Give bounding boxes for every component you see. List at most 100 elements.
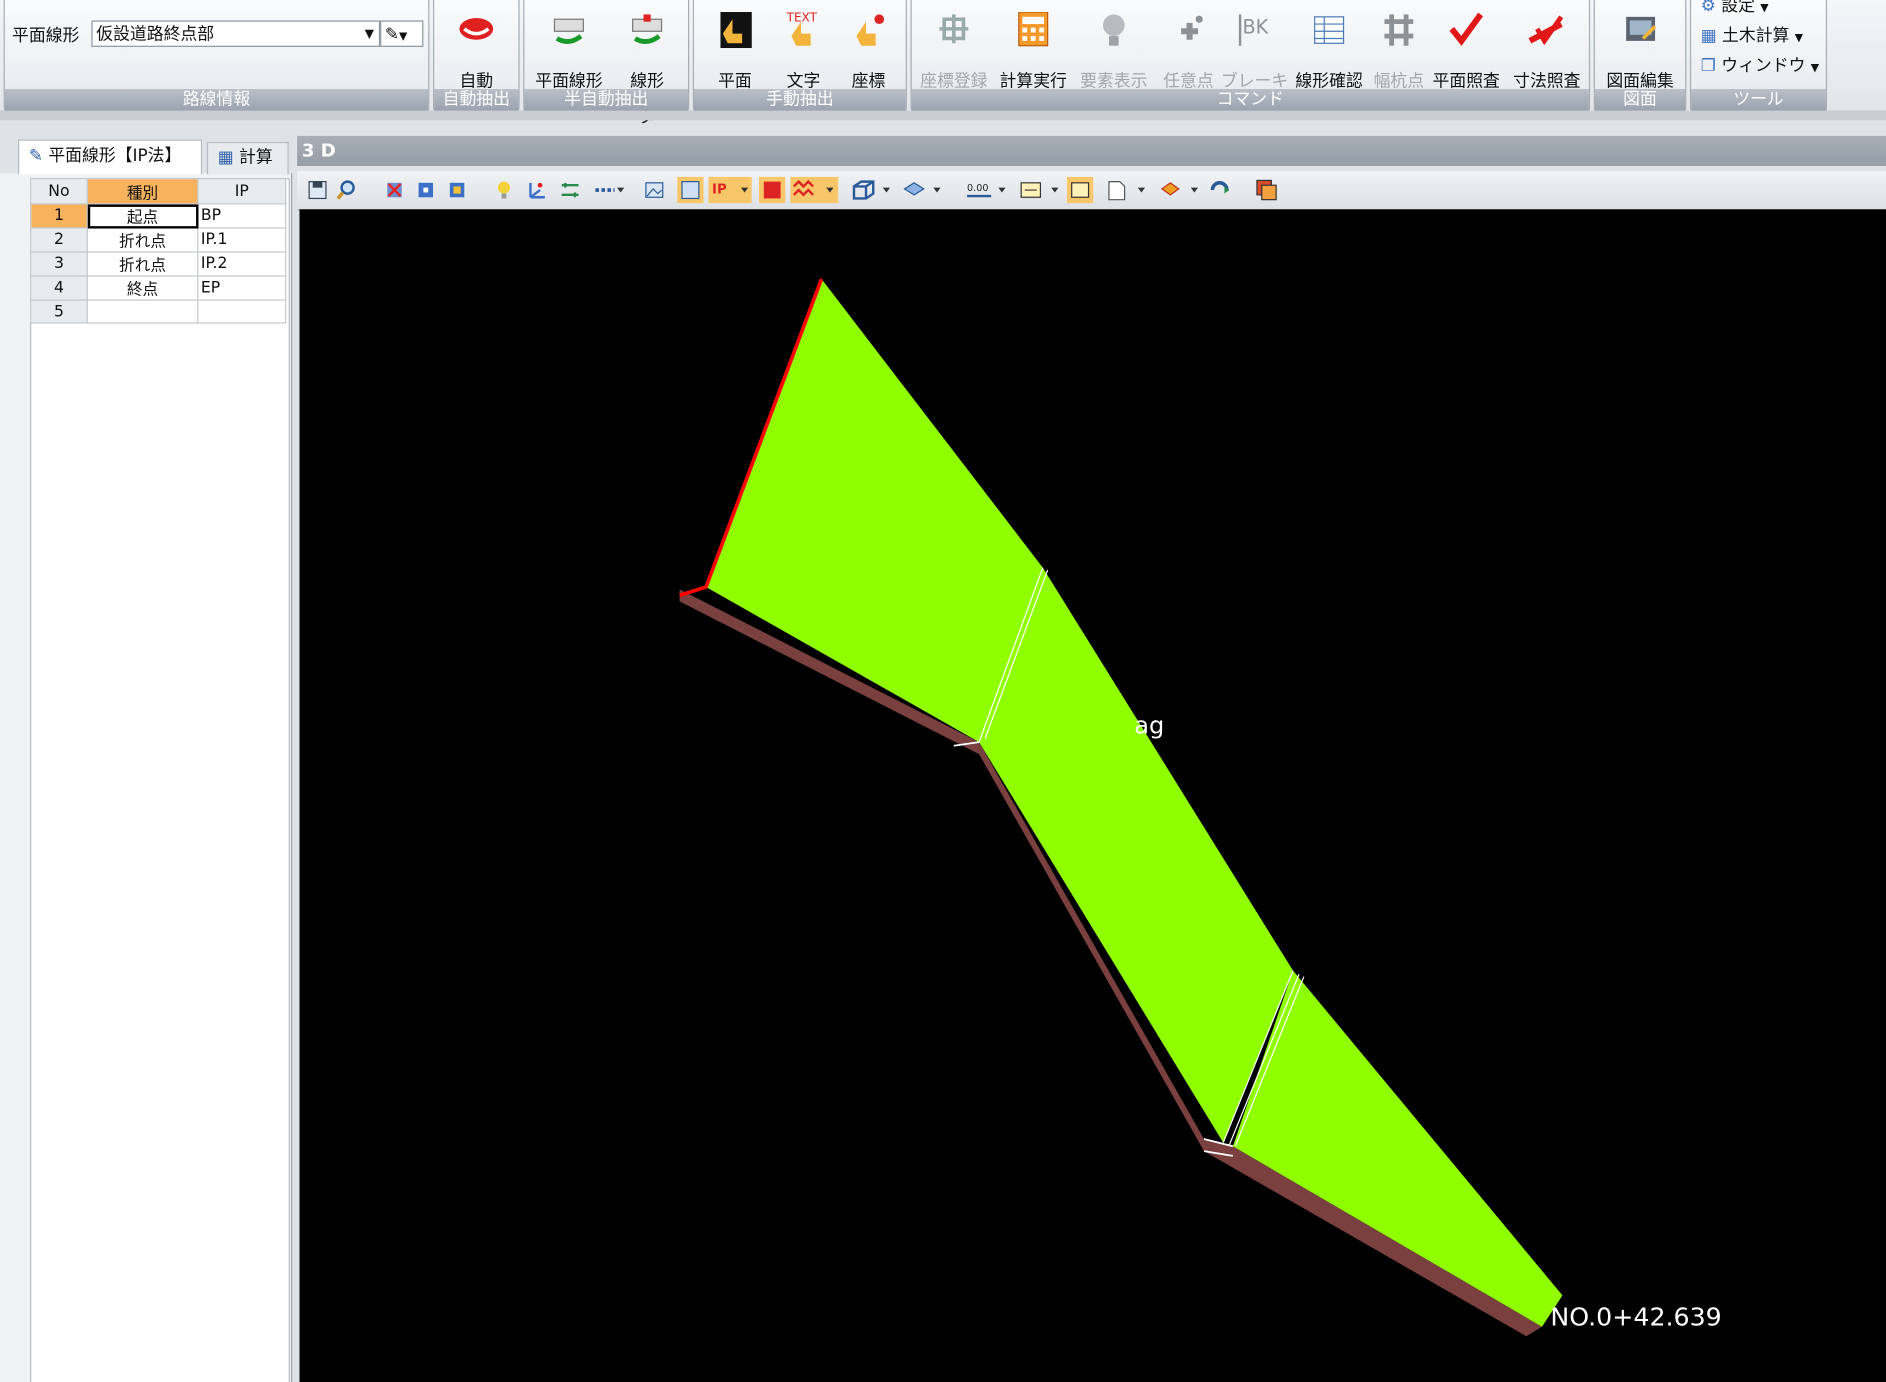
rotate-icon[interactable] [1209,179,1231,201]
width-stake-button[interactable]: 幅杭点 [1366,0,1431,91]
iso-view-dropdown-icon[interactable] [901,179,944,201]
chevron-down-icon: ▼ [1760,2,1769,15]
route-label: 平面線形 [12,26,80,46]
type-cell[interactable]: 終点 [86,275,199,301]
svg-text:IP: IP [712,183,727,198]
ip-table: No 種別 IP 1 起点 BP 2 折れ点 IP.1 3 折れ点 IP.2 4… [30,178,287,324]
lightbulb-icon [1102,14,1125,46]
view3d-title-bar: 3 D [297,135,1886,166]
measure-icon[interactable] [559,179,581,201]
type-cell[interactable] [86,299,199,324]
red-check-icon [1449,12,1484,46]
row-number: 4 [30,275,88,301]
coords-hand-icon [856,14,885,46]
frame-toggle-icon[interactable] [1066,176,1094,204]
ip-cell[interactable]: IP.2 [197,251,287,277]
window-menu[interactable]: ❐ ウィンドウ ▼ [1701,57,1819,79]
manual-extract-group-title: 手動抽出 [694,89,906,111]
plan-check-button[interactable]: 平面照査 [1427,0,1506,91]
route-select-value: 仮設道路終点部 [96,25,215,45]
reset-view-icon[interactable] [384,179,406,201]
stake-icon [1384,14,1414,46]
command-group: 座標登録 計算実行 要素表示 任意点 追加 BK ブレーキ 設定 線形確認 [910,0,1591,112]
pen-dropdown-button[interactable]: ✎▼ [380,20,424,47]
row-number: 2 [30,227,88,253]
text-button[interactable]: TEXT 文字 [771,0,836,91]
table-row[interactable]: 4 終点 EP [30,275,287,301]
ip-cell[interactable]: IP.1 [197,227,287,253]
zoom-icon[interactable] [336,179,358,201]
wave-dropdown-icon[interactable] [790,176,839,204]
ip-layer-icon[interactable] [758,176,786,204]
gear-icon: ⚙ [1700,0,1716,16]
ip-display-dropdown-icon[interactable]: IP [708,176,752,204]
col-header-ip[interactable]: IP [197,178,287,205]
line-style-dropdown-icon[interactable] [593,179,625,201]
cube-dropdown-icon[interactable] [850,179,893,201]
drawing-edit-icon [1625,16,1656,41]
ribbon-divider [0,110,1886,121]
road-surface-segment [706,279,1043,743]
label-dropdown-icon[interactable] [1019,179,1062,201]
coord-register-button[interactable]: 座標登録 [914,0,993,91]
alignment-check-button[interactable]: 線形確認 [1287,0,1371,91]
calc-run-button[interactable]: 計算実行 [994,0,1073,91]
col-header-type[interactable]: 種別 [86,178,199,205]
window-icon: ❐ [1700,56,1716,76]
svg-text:TEXT: TEXT [786,12,818,25]
scene-icon[interactable] [643,179,665,201]
ip-cell[interactable]: EP [197,275,287,301]
tab-plan-alignment[interactable]: ✎ 平面線形【IP法】 [18,139,203,175]
type-cell[interactable]: 折れ点 [86,251,199,277]
calculator-small-icon: ▦ [217,147,234,168]
table-row[interactable]: 3 折れ点 IP.2 [30,251,287,277]
break-icon: BK [1238,14,1270,46]
table-row[interactable]: 2 折れ点 IP.1 [30,227,287,253]
coords-button[interactable]: 座標 [836,0,901,91]
table-row[interactable]: 5 [30,299,287,324]
save-view-icon[interactable] [307,179,329,201]
road-3d-model[interactable]: ag NO.0+42.639 [299,209,1885,1382]
semi-auto-group-title: 半自動抽出 [524,89,689,111]
type-cell[interactable]: 起点 [86,203,199,229]
tab-calc[interactable]: ▦ 計算 [206,141,289,175]
chevron-down-icon: ▼ [1810,62,1820,75]
document-dropdown-icon[interactable] [1105,179,1148,201]
ip-cell[interactable] [197,299,287,324]
drawing-group: 図面編集 図面 [1593,0,1687,112]
view3d-canvas[interactable]: ag NO.0+42.639 [299,209,1886,1382]
dimension-check-button[interactable]: 寸法照査 [1506,0,1588,91]
fit-view-icon[interactable] [415,179,437,201]
light-icon[interactable] [493,179,515,201]
pen-icon: ✎ [384,25,400,45]
drawing-group-title: 図面 [1594,89,1686,111]
type-cell[interactable]: 折れ点 [86,227,199,253]
add-point-icon [1181,15,1203,40]
ip-cell[interactable]: BP [197,203,287,229]
drawing-edit-button[interactable]: 図面編集 [1595,0,1685,91]
row-number: 3 [30,251,88,277]
route-select[interactable]: 仮設道路終点部 ▼ [91,20,381,47]
table-row[interactable]: 1 起点 BP [30,203,287,229]
axis-icon[interactable] [526,179,548,201]
window-zoom-icon[interactable] [446,179,468,201]
road-surface-segment [979,567,1294,1143]
station-label: NO.0+42.639 [1550,1302,1721,1331]
decimal-dropdown-icon[interactable]: 0.00 [966,179,1009,201]
edit-icon: ✎ [28,146,43,166]
color-dropdown-icon[interactable] [1158,179,1201,201]
auto-button[interactable]: 自動 [434,0,518,91]
coord-register-icon [939,14,969,44]
civil-calc-menu[interactable]: ▦ 土木計算 ▼ [1701,26,1803,48]
auto-extract-group-title: 自動抽出 [434,89,519,111]
ip-table-area [30,178,290,1382]
settings-menu[interactable]: ⚙ 設定 ▼ [1701,0,1769,18]
text-hand-icon: TEXT [786,12,818,46]
active-frame-icon[interactable] [677,176,704,204]
route-info-group: 平面線形 仮設道路終点部 ▼ ✎▼ 路線情報 [3,0,430,112]
svg-text:BK: BK [1242,16,1269,39]
window-cascade-icon[interactable] [1255,178,1279,202]
col-header-no[interactable]: No [30,178,88,205]
plan-alignment-button[interactable]: 平面線形 [529,0,608,91]
element-display-button[interactable]: 要素表示 [1073,0,1155,91]
